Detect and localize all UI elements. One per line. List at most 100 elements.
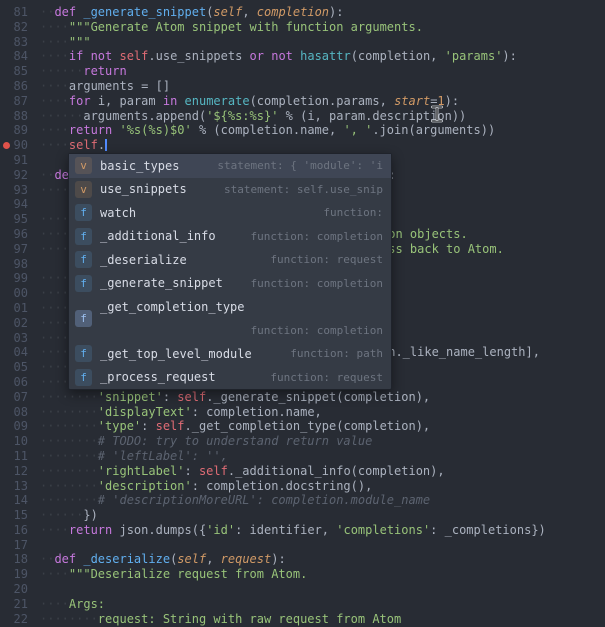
autocomplete-item-_process_request[interactable]: f _process_request function: request: [69, 366, 391, 390]
line-number[interactable]: 15: [0, 508, 28, 523]
autocomplete-item-_get_top_level_module[interactable]: f _get_top_level_module function: path: [69, 342, 391, 366]
function-icon: f: [75, 227, 92, 245]
code-line[interactable]: ······return: [28, 64, 605, 79]
code-token: self: [177, 552, 207, 567]
code-token: ········: [40, 448, 98, 463]
line-number[interactable]: 22: [0, 612, 28, 627]
code-token: start: [394, 93, 431, 108]
code-token: ····: [40, 330, 69, 345]
code-line[interactable]: ········'displayText': completion.name,: [28, 405, 605, 420]
line-number[interactable]: 20: [0, 582, 28, 597]
line-number[interactable]: 02: [0, 316, 28, 331]
line-number[interactable]: 83: [0, 35, 28, 50]
code-line[interactable]: ····self.: [28, 138, 605, 153]
line-number[interactable]: 90: [0, 138, 28, 153]
autocomplete-item-basic_types[interactable]: v basic_types statement: { 'module': 'i: [69, 154, 391, 178]
autocomplete-item-_generate_snippet[interactable]: f _generate_snippet function: completion: [69, 272, 391, 296]
code-token: if not: [68, 49, 120, 64]
code-line[interactable]: ··def _generate_snippet(self, completion…: [28, 5, 605, 20]
code-line[interactable]: ····return json.dumps({'id': identifier,…: [28, 523, 605, 538]
line-number[interactable]: 14: [0, 493, 28, 508]
line-number[interactable]: 05: [0, 360, 28, 375]
code-line[interactable]: ········# TODO: try to understand return…: [28, 434, 605, 449]
code-token: :: [162, 389, 178, 404]
line-number[interactable]: 86: [0, 79, 28, 94]
code-token: """: [68, 34, 91, 49]
code-line[interactable]: [28, 582, 605, 597]
code-line[interactable]: ····"""Generate Atom snippet with functi…: [28, 20, 605, 35]
line-number[interactable]: 10: [0, 434, 28, 449]
code-token: ····: [40, 226, 69, 241]
line-number[interactable]: 96: [0, 227, 28, 242]
line-number[interactable]: 91: [0, 153, 28, 168]
code-line[interactable]: ····if not self.use_snippets or not hasa…: [28, 49, 605, 64]
code-line[interactable]: ········'type': self._get_completion_typ…: [28, 419, 605, 434]
line-number[interactable]: 00: [0, 286, 28, 301]
code-line[interactable]: ····""": [28, 35, 605, 50]
line-number[interactable]: 94: [0, 197, 28, 212]
autocomplete-item-_additional_info[interactable]: f _additional_info function: completion: [69, 225, 391, 249]
code-line[interactable]: ····"""Deserialize request from Atom.: [28, 567, 605, 582]
line-number[interactable]: 04: [0, 345, 28, 360]
line-number[interactable]: 85: [0, 64, 28, 79]
code-token: ··: [40, 5, 55, 19]
autocomplete-item-watch[interactable]: f watch function:: [69, 201, 391, 225]
line-number[interactable]: 99: [0, 271, 28, 286]
code-line[interactable]: [28, 538, 605, 553]
function-icon: f: [75, 274, 92, 292]
line-number[interactable]: 95: [0, 212, 28, 227]
code-token: :: [141, 419, 156, 434]
line-number[interactable]: 84: [0, 49, 28, 64]
line-number[interactable]: 01: [0, 301, 28, 316]
code-line[interactable]: ········request: String with raw request…: [28, 612, 605, 627]
code-token: or not: [249, 49, 301, 64]
line-number[interactable]: 06: [0, 375, 28, 390]
line-number[interactable]: 17: [0, 538, 28, 553]
line-number[interactable]: 89: [0, 123, 28, 138]
line-number[interactable]: 18: [0, 552, 28, 567]
code-token: hasattr: [300, 49, 351, 64]
line-number[interactable]: 11: [0, 449, 28, 464]
line-number[interactable]: 16: [0, 523, 28, 538]
line-number[interactable]: 12: [0, 464, 28, 479]
line-number[interactable]: 81: [0, 5, 28, 20]
line-number[interactable]: 87: [0, 94, 28, 109]
code-token: 'rightLabel': [97, 463, 185, 478]
code-line[interactable]: ····Args:: [28, 597, 605, 612]
line-number[interactable]: 08: [0, 405, 28, 420]
line-number[interactable]: 98: [0, 257, 28, 272]
line-number[interactable]: 09: [0, 419, 28, 434]
line-number[interactable]: 07: [0, 390, 28, 405]
autocomplete-popup: v basic_types statement: { 'module': 'i v us…: [68, 153, 392, 390]
autocomplete-item-_deserialize[interactable]: f _deserialize function: request: [69, 248, 391, 272]
editor-row: 16 ····return json.dumps({'id': identifie…: [0, 523, 605, 538]
code-line[interactable]: ····for i, param in enumerate(completion…: [28, 94, 605, 109]
line-number[interactable]: 19: [0, 567, 28, 582]
code-fragment: ass back to Atom.: [381, 242, 504, 257]
line-number[interactable]: 03: [0, 331, 28, 346]
code-line[interactable]: ········'description': completion.docstr…: [28, 479, 605, 494]
code-line[interactable]: ········# 'descriptionMoreURL': completi…: [28, 493, 605, 508]
line-number[interactable]: 82: [0, 20, 28, 35]
line-number[interactable]: 21: [0, 597, 28, 612]
completion-right-label: function: request: [270, 253, 383, 267]
code-line[interactable]: ······arguments.append('${%s:%s}' % (i, …: [28, 109, 605, 124]
line-number[interactable]: 13: [0, 479, 28, 494]
code-line[interactable]: ········# 'leftLabel': '',: [28, 449, 605, 464]
code-token: json.dumps({: [119, 522, 207, 537]
line-number[interactable]: 93: [0, 183, 28, 198]
completion-name: _get_completion_type: [100, 299, 245, 314]
autocomplete-item-_get_completion_type[interactable]: f _get_completion_type function: completio…: [69, 295, 391, 342]
line-number[interactable]: 88: [0, 109, 28, 124]
code-line[interactable]: ··def _deserialize(self, request):: [28, 552, 605, 567]
code-line[interactable]: ····arguments = []: [28, 79, 605, 94]
code-token: ass back to Atom.: [381, 241, 504, 256]
code-line[interactable]: ······}): [28, 508, 605, 523]
code-line[interactable]: ········'snippet': self._generate_snippe…: [28, 390, 605, 405]
line-number[interactable]: 92: [0, 168, 28, 183]
code-token: % (completion.name,: [191, 123, 344, 138]
line-number[interactable]: 97: [0, 242, 28, 257]
autocomplete-item-use_snippets[interactable]: v use_snippets statement: self.use_snip: [69, 178, 391, 202]
code-line[interactable]: ········'rightLabel': self._additional_i…: [28, 464, 605, 479]
code-line[interactable]: ····return '%s(%s)$0' % (completion.name…: [28, 123, 605, 138]
